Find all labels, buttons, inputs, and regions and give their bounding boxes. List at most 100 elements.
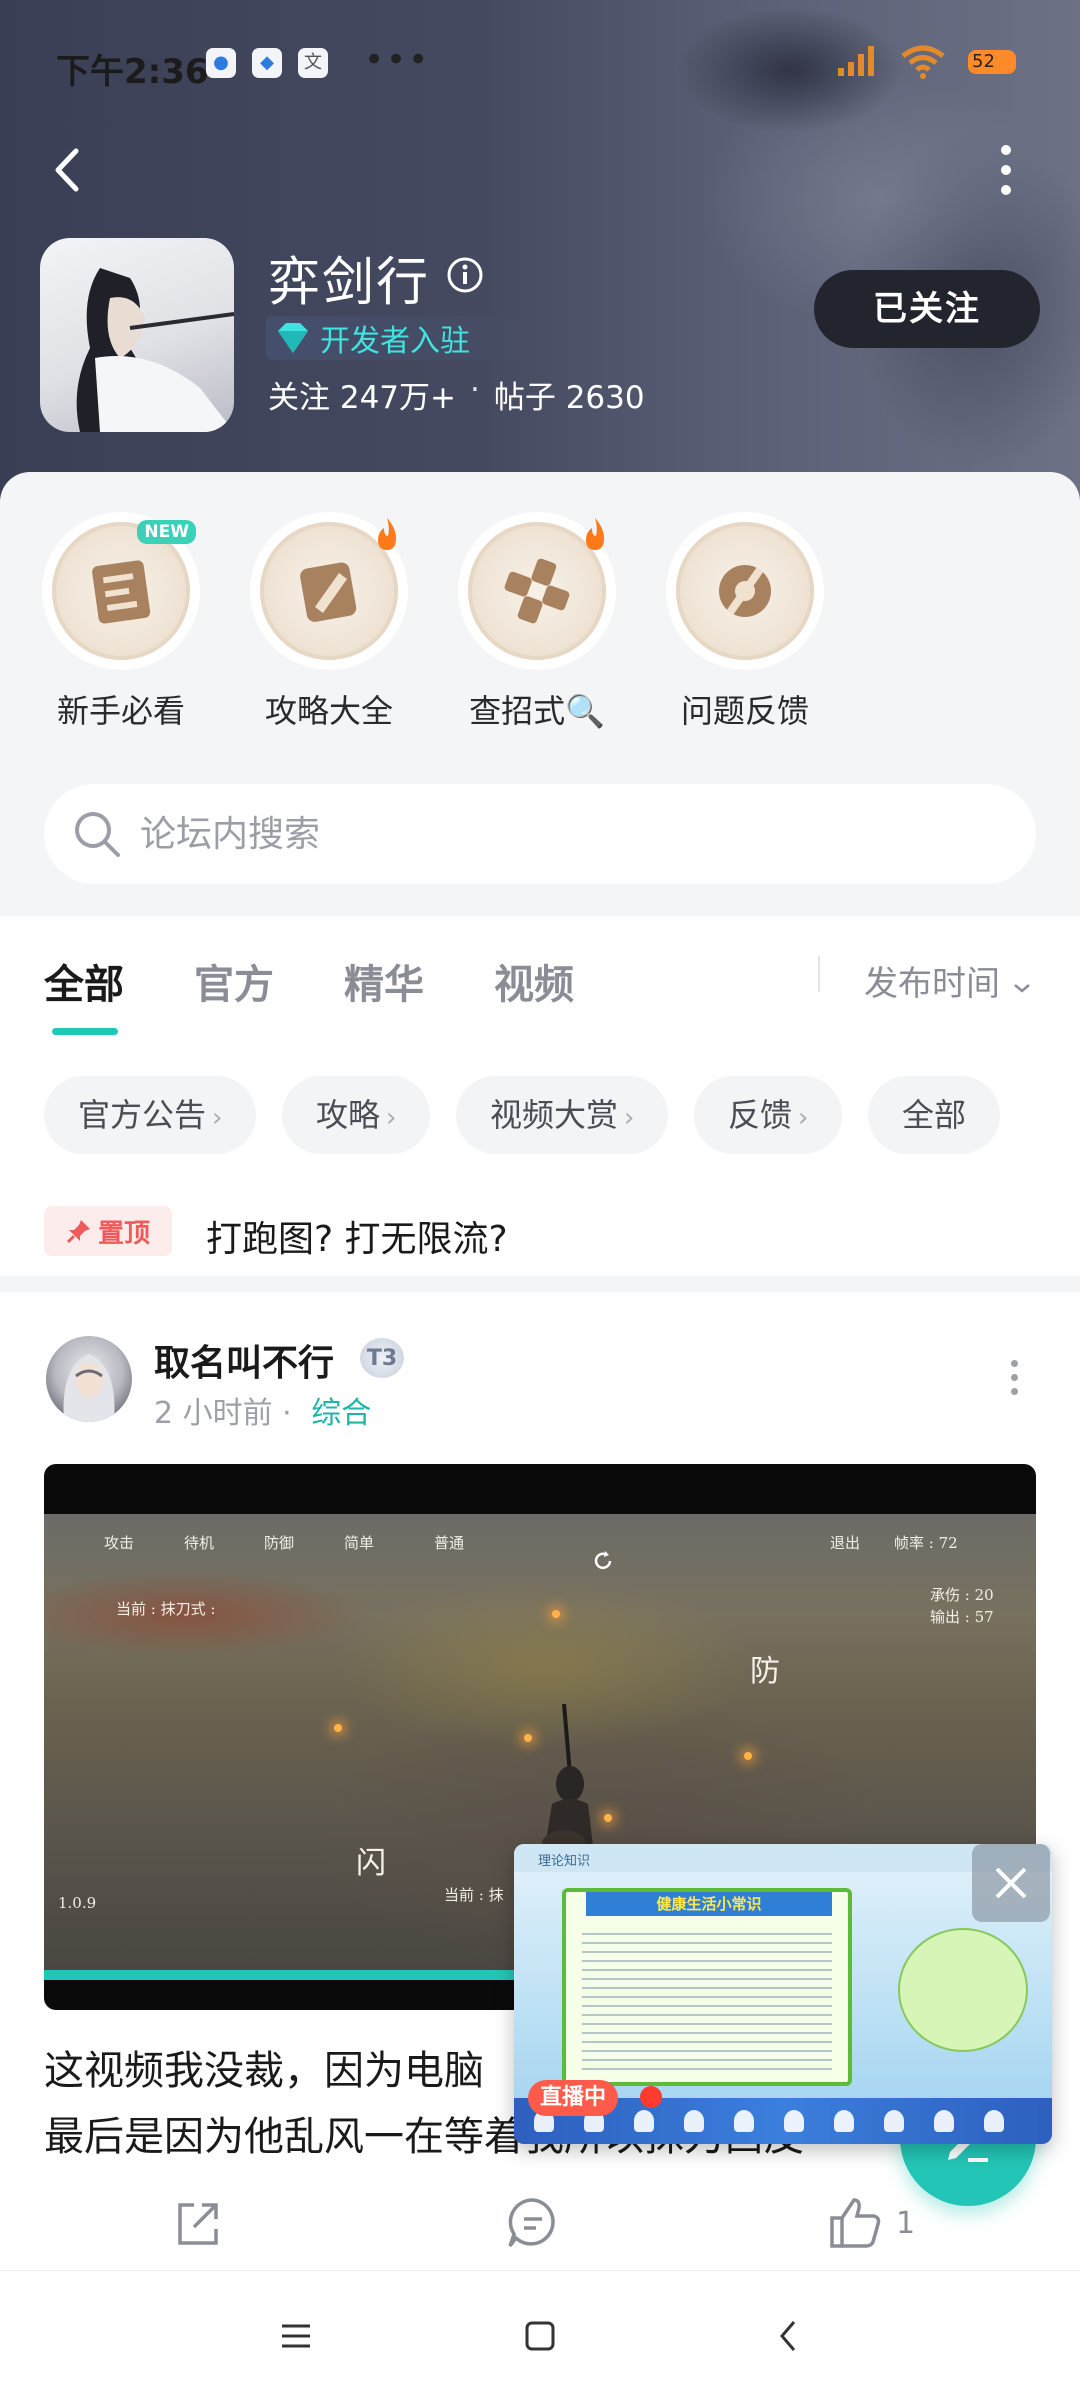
signal-icon	[838, 46, 874, 76]
pinned-title: 打跑图? 打无限流?	[206, 1219, 508, 1260]
spark	[744, 1752, 752, 1760]
close-icon	[995, 1867, 1027, 1899]
fire-icon	[586, 518, 604, 550]
forum-search[interactable]	[44, 784, 1036, 884]
entry-strategy[interactable]: 攻略大全	[250, 512, 408, 732]
gallery-app-icon: ◆	[252, 48, 282, 78]
nav-home-button[interactable]	[510, 2311, 570, 2361]
sort-dropdown[interactable]: 发布时间	[864, 956, 1033, 1005]
chevron-down-icon	[1013, 984, 1030, 993]
level-badge: T3	[360, 1338, 404, 1378]
entry-label: 新手必看	[56, 692, 185, 730]
game-avatar[interactable]	[40, 238, 234, 432]
followers-count: 关注 247万+	[268, 380, 456, 416]
pin-icon	[66, 1220, 90, 1244]
developer-badge-label: 开发者入驻	[320, 324, 470, 359]
more-options-button[interactable]	[990, 140, 1022, 200]
chip-official-notice[interactable]: 官方公告 ›	[44, 1076, 257, 1154]
wifi-icon	[901, 45, 945, 79]
post-category[interactable]: 综合	[311, 1396, 371, 1431]
tab-divider	[818, 956, 820, 992]
live-speech-bubble	[898, 1928, 1028, 2052]
author-name[interactable]: 取名叫不行	[154, 1334, 334, 1386]
like-count: 1	[896, 2205, 916, 2241]
chip-label: 攻略	[316, 1096, 381, 1134]
refresh-icon	[594, 1551, 612, 1570]
back-button[interactable]	[36, 140, 96, 200]
chevron-right-icon: ›	[386, 1103, 397, 1133]
translate-app-icon: 文	[298, 48, 328, 78]
hud-version: 1.0.9	[58, 1894, 97, 1912]
chip-label: 全部	[902, 1096, 967, 1134]
dot	[1001, 165, 1011, 175]
info-icon[interactable]	[446, 256, 484, 294]
chip-feedback[interactable]: 反馈 ›	[694, 1076, 843, 1154]
figure-icon	[884, 2110, 904, 2132]
fire-icon	[378, 518, 396, 550]
entry-beginner-guide[interactable]: NEW 新手必看	[42, 512, 200, 732]
tab-all[interactable]: 全部	[44, 952, 124, 1010]
document-icon	[92, 560, 151, 624]
chevron-right-icon: ›	[798, 1103, 809, 1133]
swordsman-portrait-icon	[76, 268, 234, 432]
post-more-button[interactable]	[1004, 1360, 1024, 1406]
search-input[interactable]	[140, 813, 940, 855]
strategy-icon	[250, 512, 408, 670]
nav-back-button[interactable]	[758, 2311, 818, 2361]
chip-all[interactable]: 全部	[868, 1076, 1001, 1154]
figure-icon	[734, 2110, 754, 2132]
post-time: 2 小时前	[154, 1396, 273, 1431]
tab-video[interactable]: 视频	[494, 952, 574, 1010]
battery-icon: 52	[968, 50, 1016, 74]
quick-entry-panel: NEW 新手必看 攻略大全 查招式🔍 问题反馈 论坛内搜索	[0, 472, 1080, 916]
figure-icon	[684, 2110, 704, 2132]
chip-label: 官方公告	[78, 1096, 207, 1134]
entry-feedback[interactable]: 问题反馈	[666, 512, 824, 732]
hud-current-move: 当前 : 抹刀式 :	[116, 1600, 216, 1618]
live-board: 健康生活小常识	[562, 1888, 852, 2086]
hud-label: 攻击	[104, 1534, 135, 1552]
thumbs-up-icon	[830, 2198, 881, 2248]
hud-stat: 输出 : 57	[930, 1608, 994, 1626]
hud-stat: 承伤 : 20	[930, 1586, 994, 1604]
pinned-badge-label: 置顶	[97, 1218, 150, 1249]
like-button[interactable]: 1	[826, 2192, 915, 2254]
new-badge: NEW	[137, 520, 196, 544]
chevron-left-icon	[780, 2321, 796, 2351]
hud-label: 简单	[344, 1534, 375, 1552]
chip-video-showcase[interactable]: 视频大赏 ›	[456, 1076, 669, 1154]
developer-badge[interactable]: 开发者入驻	[266, 316, 580, 360]
dpad-icon	[504, 558, 570, 624]
system-navigation-bar	[0, 2270, 1080, 2400]
post-actions: 1	[0, 2192, 1080, 2262]
hud-label: 帧率 : 72	[894, 1534, 958, 1552]
tab-official[interactable]: 官方	[194, 952, 274, 1010]
game-title: 弈剑行	[268, 253, 431, 313]
tab-featured[interactable]: 精华	[344, 952, 424, 1010]
sort-label: 发布时间	[864, 964, 1000, 1004]
pinned-post[interactable]: 置顶 打跑图? 打无限流?	[0, 1190, 1080, 1274]
figure-icon	[634, 2110, 654, 2132]
entry-label: 问题反馈	[680, 692, 809, 730]
comment-button[interactable]	[504, 2192, 562, 2254]
nav-menu-button[interactable]	[266, 2311, 326, 2361]
controller-icon	[458, 512, 616, 670]
follow-button[interactable]: 已关注	[814, 270, 1040, 348]
icon-ring	[676, 522, 814, 660]
status-more-dots: •••	[364, 40, 431, 80]
entry-move-lookup[interactable]: 查招式🔍	[458, 512, 616, 732]
live-board-text	[582, 1926, 832, 2076]
wrench-icon	[666, 512, 824, 670]
avatar[interactable]	[46, 1336, 132, 1422]
hud-dodge: 闪	[356, 1846, 386, 1881]
chevron-right-icon: ›	[212, 1103, 223, 1133]
meta-separator: ·	[282, 1396, 292, 1431]
dot	[1001, 145, 1011, 155]
edit-pen-icon	[300, 562, 357, 622]
live-close-button[interactable]	[972, 1844, 1050, 1922]
chip-strategy[interactable]: 攻略 ›	[282, 1076, 431, 1154]
hud-bottom-label: 当前 : 抹	[444, 1886, 504, 1904]
guide-icon: NEW	[42, 512, 200, 670]
forum-stats: 关注 247万+ · 帖子 2630	[268, 372, 645, 417]
share-button[interactable]	[170, 2192, 226, 2254]
